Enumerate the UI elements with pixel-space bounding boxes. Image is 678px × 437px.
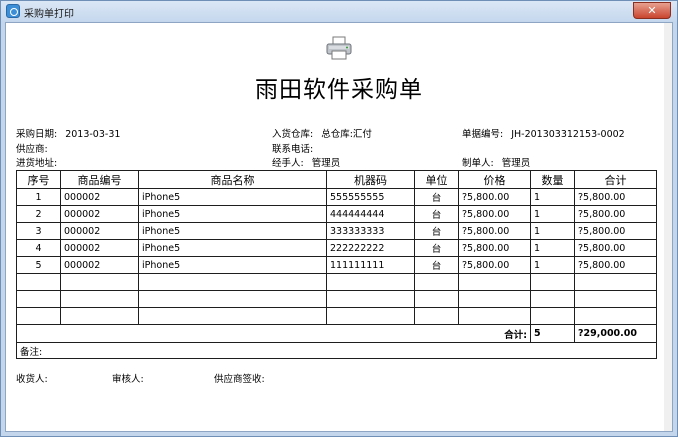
document-number: 单据编号: JH-201303312153-0002 — [462, 129, 625, 140]
total-label: 合计: — [16, 324, 531, 343]
supplier: 供应商: — [16, 144, 48, 155]
client-area: 雨田软件采购单 采购日期: 2013-03-31 入货仓库: 总仓库:汇付 单据编号… — [5, 22, 673, 432]
remark-label: 备注: — [16, 342, 657, 359]
handler: 经手人: 管理员 — [272, 158, 341, 169]
print-preview: 雨田软件采购单 采购日期: 2013-03-31 入货仓库: 总仓库:汇付 单据编号… — [8, 25, 664, 429]
delivery-address: 进货地址: — [16, 158, 58, 169]
total-row: 合计: 5 ?29,000.00 — [16, 324, 657, 343]
app-icon — [6, 4, 20, 18]
header-cell: 序号 — [16, 170, 61, 189]
empty-row — [16, 307, 657, 325]
total-quantity: 5 — [530, 324, 575, 343]
reviewer-signature: 审核人: — [112, 374, 144, 385]
contact-phone: 联系电话: — [272, 144, 314, 155]
receiver-signature: 收货人: — [16, 374, 48, 385]
header-cell: 单位 — [414, 170, 459, 189]
window-title: 采购单打印 — [24, 9, 74, 20]
total-amount: ?29,000.00 — [574, 324, 657, 343]
print-window: 采购单打印 ✕ 雨田软件采购单 采购日期: 2013-03-31 入货仓库: 总仓库… — [0, 0, 678, 437]
document-title: 雨田软件采购单 — [255, 77, 423, 103]
empty-row — [16, 290, 657, 308]
vertical-scrollbar[interactable] — [664, 23, 672, 431]
header-cell: 商品名称 — [138, 170, 327, 189]
table-row: 4 000002 iPhone5 222222222 台 ?5,800.00 1… — [16, 239, 657, 257]
document-maker: 制单人: 管理员 — [462, 158, 531, 169]
printer-icon — [326, 36, 352, 60]
header-cell: 商品编号 — [60, 170, 139, 189]
header-cell: 数量 — [530, 170, 575, 189]
table-header-row: 序号 商品编号 商品名称 机器码 单位 价格 数量 合计 — [16, 170, 657, 189]
header-cell: 价格 — [458, 170, 531, 189]
table-row: 1 000002 iPhone5 555555555 台 ?5,800.00 1… — [16, 188, 657, 206]
table-row: 5 000002 iPhone5 111111111 台 ?5,800.00 1… — [16, 256, 657, 274]
header-cell: 合计 — [574, 170, 657, 189]
header-cell: 机器码 — [326, 170, 415, 189]
close-button[interactable]: ✕ — [633, 2, 671, 19]
remark-row: 备注: — [16, 342, 657, 359]
purchase-date: 采购日期: 2013-03-31 — [16, 129, 121, 140]
title-bar[interactable]: 采购单打印 ✕ — [1, 1, 677, 21]
items-table: 序号 商品编号 商品名称 机器码 单位 价格 数量 合计 1 000002 iP — [16, 170, 657, 359]
table-row: 2 000002 iPhone5 444444444 台 ?5,800.00 1… — [16, 205, 657, 223]
supplier-signature: 供应商签收: — [214, 374, 265, 385]
warehouse: 入货仓库: 总仓库:汇付 — [272, 129, 372, 140]
empty-row — [16, 273, 657, 291]
table-row: 3 000002 iPhone5 333333333 台 ?5,800.00 1… — [16, 222, 657, 240]
